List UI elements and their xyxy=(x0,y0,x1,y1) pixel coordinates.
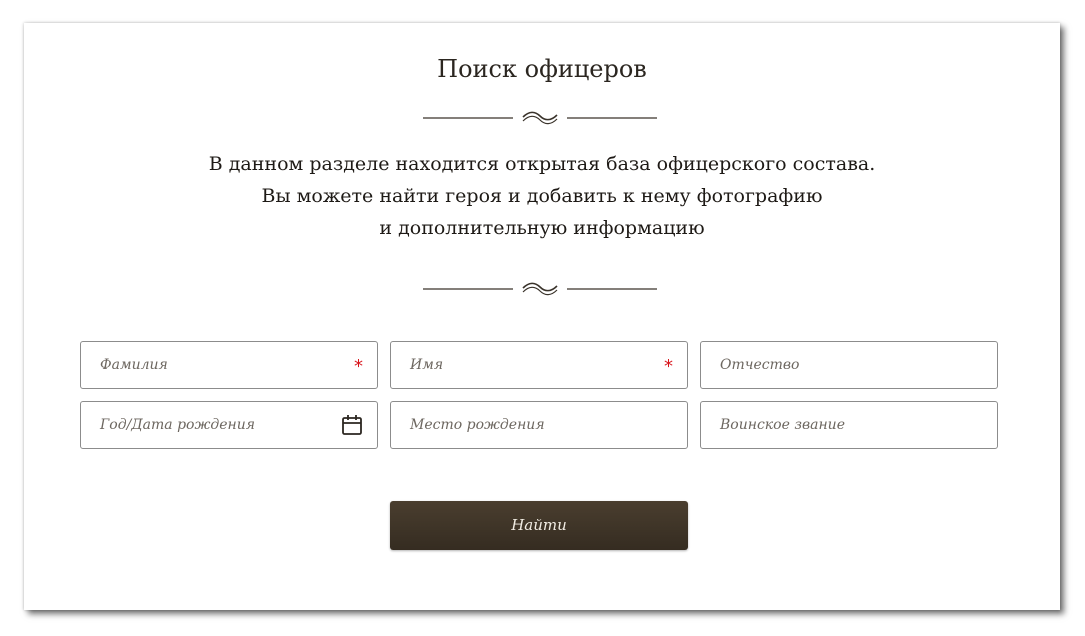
military-rank-placeholder: Воинское звание xyxy=(720,417,845,433)
first-name-placeholder: Имя xyxy=(410,357,444,373)
intro-line-1: В данном разделе находится открытая база… xyxy=(208,153,876,175)
surname-input[interactable]: Фамилия * xyxy=(80,341,378,389)
ornament-divider-bottom xyxy=(423,282,657,296)
calendar-icon[interactable] xyxy=(341,414,363,436)
required-mark: * xyxy=(664,356,673,377)
search-card: Поиск офицеров В данном разделе находитс… xyxy=(24,23,1060,610)
patronymic-placeholder: Отчество xyxy=(720,357,800,373)
page-title: Поиск офицеров xyxy=(437,55,647,83)
intro-text: В данном разделе находится открытая база… xyxy=(24,148,1060,244)
birth-date-placeholder: Год/Дата рождения xyxy=(100,417,256,433)
surname-placeholder: Фамилия xyxy=(100,357,168,373)
military-rank-input[interactable]: Воинское звание xyxy=(700,401,998,449)
intro-line-2: Вы можете найти героя и добавить к нему … xyxy=(261,185,823,207)
birth-place-input[interactable]: Место рождения xyxy=(390,401,688,449)
required-mark: * xyxy=(354,356,363,377)
search-button[interactable]: Найти xyxy=(390,501,688,550)
ornament-divider-top xyxy=(423,111,657,125)
patronymic-input[interactable]: Отчество xyxy=(700,341,998,389)
first-name-input[interactable]: Имя * xyxy=(390,341,688,389)
birth-date-input[interactable]: Год/Дата рождения xyxy=(80,401,378,449)
birth-place-placeholder: Место рождения xyxy=(410,417,545,433)
intro-line-3: и дополнительную информацию xyxy=(379,217,705,239)
